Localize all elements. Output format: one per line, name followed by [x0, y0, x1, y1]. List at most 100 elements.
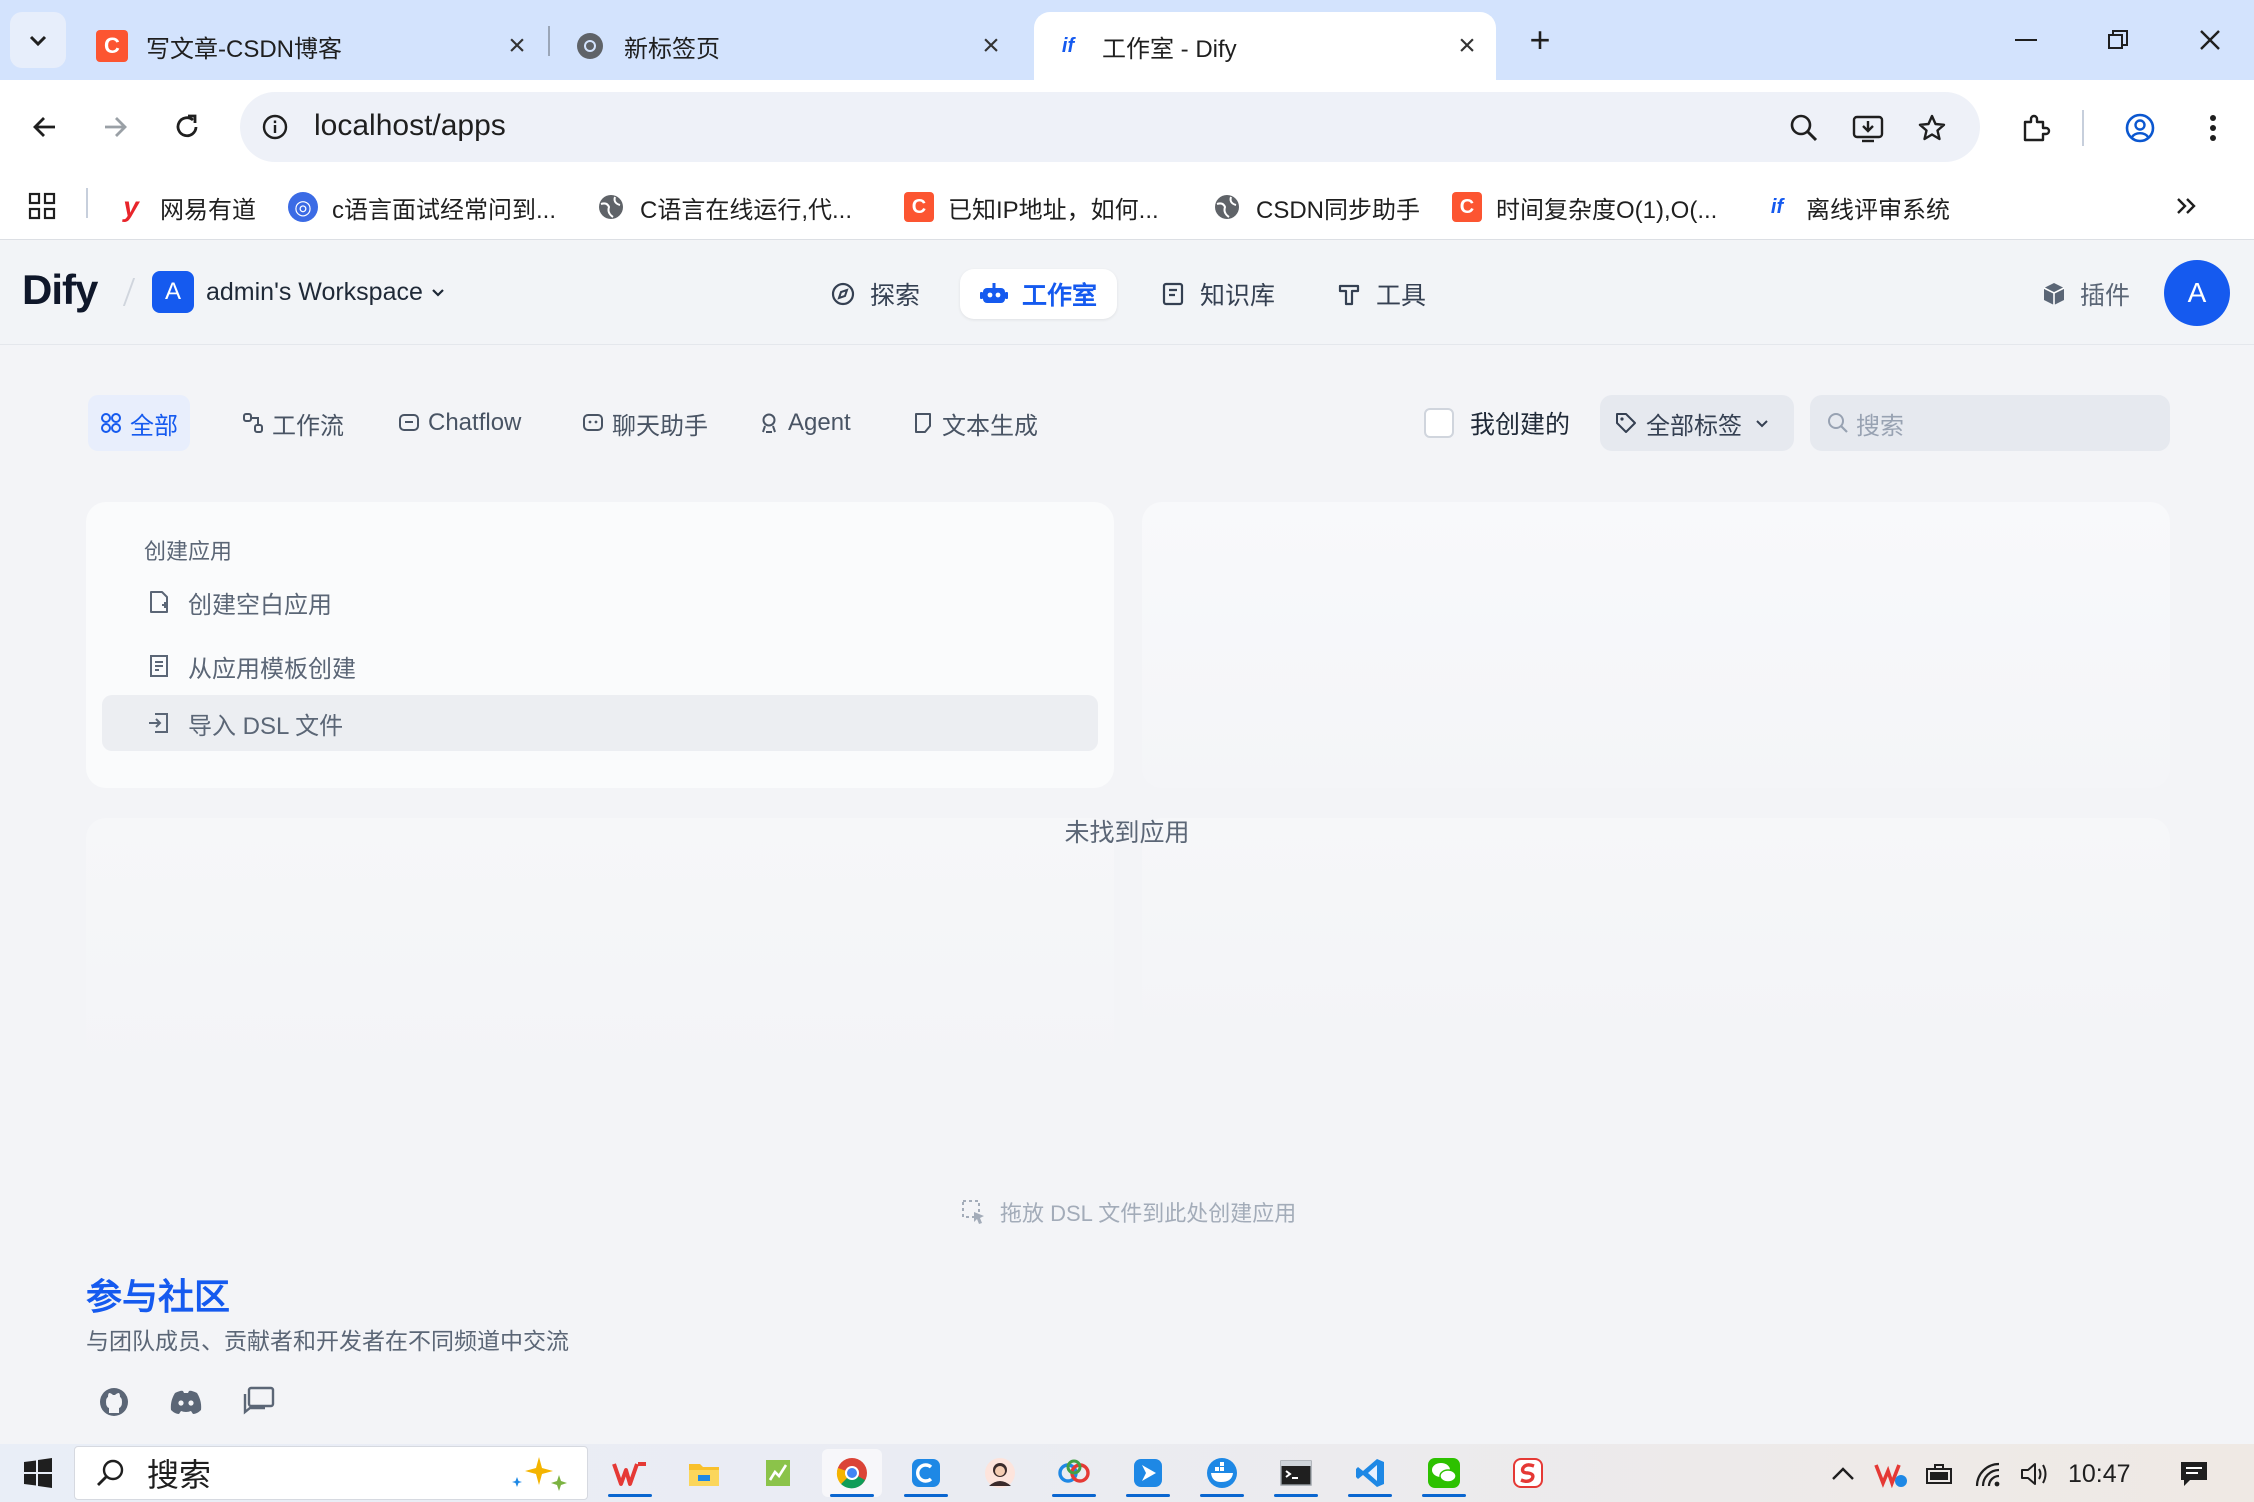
site-info-icon[interactable]	[256, 108, 294, 146]
github-icon[interactable]	[94, 1382, 134, 1422]
filter-all[interactable]: 全部	[88, 395, 190, 451]
chevron-down-icon	[1756, 420, 1768, 428]
compass-icon	[831, 282, 855, 306]
bookmark-item[interactable]: C语言在线运行,代...	[596, 182, 852, 232]
globe-icon	[1212, 192, 1242, 222]
chrome-taskbar-icon[interactable]	[822, 1449, 882, 1497]
tab-dify[interactable]: if 工作室 - Dify ×	[1034, 12, 1496, 80]
import-icon	[149, 713, 168, 733]
nav-studio[interactable]: 工作室	[960, 269, 1118, 319]
placeholder-card	[1142, 818, 2170, 1038]
extensions-icon[interactable]	[2014, 106, 2058, 150]
tab-title: 新标签页	[624, 35, 720, 63]
close-window-button[interactable]	[2190, 20, 2230, 60]
terminal-icon[interactable]	[1266, 1449, 1326, 1497]
nav-explore[interactable]: 探索	[810, 269, 940, 319]
baidu-netdisk-icon[interactable]	[1044, 1449, 1104, 1497]
tray-app-icon[interactable]	[1872, 1456, 1910, 1492]
bookmark-icon: ◎	[288, 192, 318, 222]
url-text[interactable]: localhost/apps	[314, 106, 506, 146]
import-dsl-item[interactable]: 导入 DSL 文件	[102, 695, 1098, 751]
checkbox[interactable]	[1424, 408, 1454, 438]
bookmark-item[interactable]: CSDN同步助手	[1212, 182, 1420, 232]
zoom-icon[interactable]	[1784, 108, 1824, 148]
workspace-switcher[interactable]: A admin's Workspace	[152, 270, 447, 314]
community-title: 参与社区	[86, 1276, 231, 1317]
bookmarks-divider	[86, 188, 88, 218]
filter-agent[interactable]: Agent	[746, 395, 863, 451]
docker-icon[interactable]	[1192, 1449, 1252, 1497]
bookmark-item[interactable]: C 时间复杂度O(1),O(...	[1452, 182, 1717, 232]
bookmark-item[interactable]: y 网易有道	[116, 182, 256, 232]
clock-time[interactable]: 10:47	[2068, 1458, 2131, 1490]
user-avatar[interactable]: A	[2164, 260, 2230, 326]
feishu-icon[interactable]	[1118, 1449, 1178, 1497]
create-from-template-item[interactable]: 从应用模板创建	[102, 638, 1098, 694]
filter-chatflow[interactable]: Chatflow	[386, 395, 533, 451]
vscode-icon[interactable]	[1340, 1449, 1400, 1497]
restore-button[interactable]	[2098, 20, 2138, 60]
profile-icon[interactable]	[2118, 106, 2162, 150]
apps-grid-icon[interactable]	[20, 184, 64, 228]
forum-icon[interactable]	[238, 1382, 278, 1422]
minimize-button[interactable]	[2006, 20, 2046, 60]
filter-text-generation[interactable]: 文本生成	[900, 395, 1050, 451]
menu-kebab-icon[interactable]	[2196, 106, 2230, 150]
avatar-app-icon[interactable]	[970, 1449, 1030, 1497]
create-blank-app-item[interactable]: 创建空白应用	[102, 574, 1098, 630]
wechat-icon[interactable]	[1414, 1449, 1474, 1497]
back-button[interactable]	[22, 104, 68, 150]
empty-state-text: 未找到应用	[1064, 819, 1190, 847]
nav-tools[interactable]: 工具	[1316, 269, 1446, 319]
install-app-icon[interactable]	[1848, 108, 1888, 148]
youdao-icon: y	[123, 191, 139, 222]
notification-icon[interactable]	[2174, 1454, 2214, 1494]
taskbar-search-label: 搜索	[147, 1457, 212, 1493]
placeholder-card	[1142, 502, 2170, 788]
dify-logo[interactable]: Dify	[22, 262, 98, 318]
search-input[interactable]: 搜索	[1810, 395, 2170, 451]
bookmark-label: c语言面试经常问到...	[332, 196, 557, 224]
bookmark-item[interactable]: ◎ c语言面试经常问到...	[288, 182, 556, 232]
task-manager-icon[interactable]	[748, 1449, 808, 1497]
tab-search-button[interactable]	[10, 12, 66, 68]
tab-csdn[interactable]: C 写文章-CSDN博客 ×	[96, 12, 532, 80]
file-explorer-icon[interactable]	[674, 1449, 734, 1497]
battery-icon[interactable]	[1920, 1456, 1958, 1492]
search-icon	[1828, 413, 1848, 433]
globe-icon	[596, 192, 626, 222]
chevron-up-icon[interactable]	[1826, 1458, 1860, 1490]
close-icon[interactable]: ×	[1452, 31, 1482, 61]
more-bookmarks-icon[interactable]	[2166, 186, 2206, 226]
filter-label: 文本生成	[942, 412, 1038, 440]
tags-filter-dropdown[interactable]: 全部标签	[1600, 395, 1794, 451]
taskbar-search-box[interactable]: 搜索	[74, 1446, 588, 1500]
volume-icon[interactable]	[2016, 1456, 2054, 1492]
reload-button[interactable]	[164, 104, 210, 150]
wifi-icon[interactable]	[1970, 1456, 2008, 1492]
nav-knowledge[interactable]: 知识库	[1140, 269, 1295, 319]
sogou-input-icon[interactable]	[1498, 1449, 1558, 1497]
bookmark-item[interactable]: C 已知IP地址，如何...	[904, 182, 1159, 232]
agent-icon	[762, 413, 776, 433]
tab-newtab[interactable]: 新标签页 ×	[574, 12, 1006, 80]
plugins-button[interactable]: 插件	[2040, 274, 2130, 314]
document-icon	[915, 413, 931, 433]
new-tab-button[interactable]: +	[1520, 19, 1560, 60]
chevron-down-icon	[432, 289, 444, 297]
bookmark-item[interactable]: if 离线评审系统	[1762, 182, 1950, 232]
created-by-me-toggle[interactable]: 我创建的	[1424, 407, 1570, 439]
windows-start-button[interactable]	[10, 1450, 66, 1496]
wps-icon[interactable]	[600, 1449, 660, 1497]
tags-label: 全部标签	[1646, 412, 1742, 440]
close-icon[interactable]: ×	[502, 31, 532, 61]
app-c-icon[interactable]	[896, 1449, 956, 1497]
discord-icon[interactable]	[166, 1382, 206, 1422]
forward-button[interactable]	[92, 104, 138, 150]
star-icon[interactable]	[1912, 108, 1952, 148]
close-icon[interactable]: ×	[976, 31, 1006, 61]
filter-workflow[interactable]: 工作流	[230, 395, 356, 451]
windows-icon	[24, 1458, 52, 1488]
csdn-icon: C	[96, 30, 128, 62]
filter-chatbot[interactable]: 聊天助手	[570, 395, 720, 451]
